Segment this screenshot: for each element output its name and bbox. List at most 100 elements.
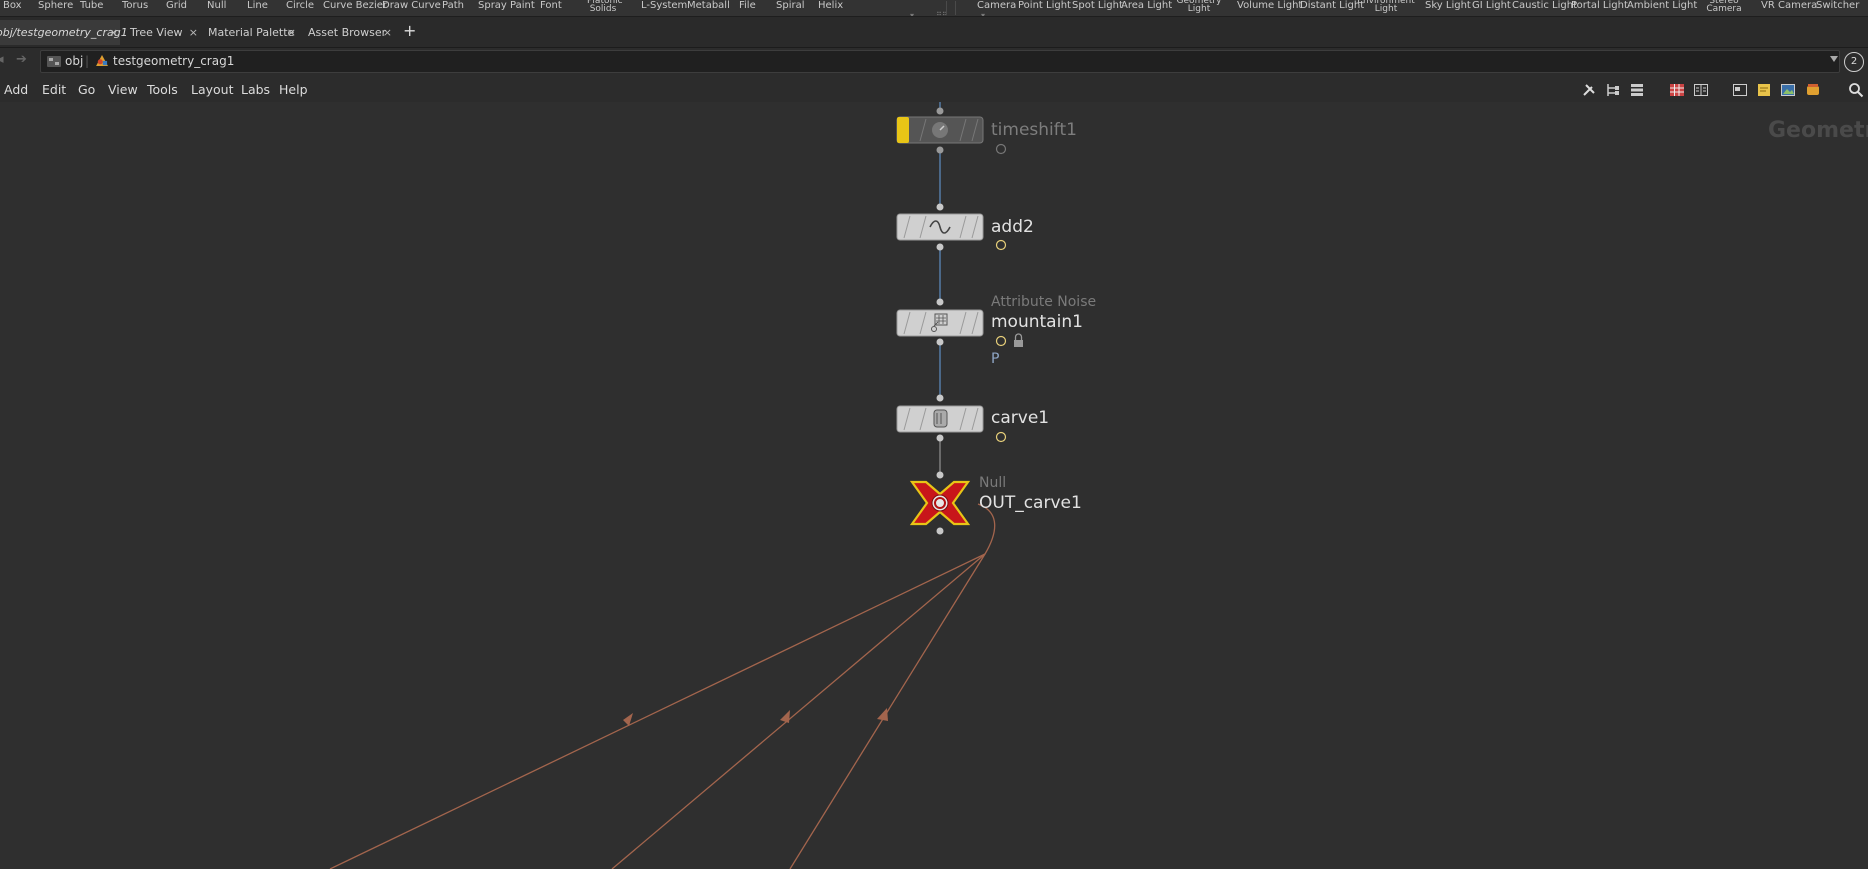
shelf-tool-l-system[interactable]: L-System (641, 0, 687, 16)
node-status-icon (995, 335, 1007, 347)
tab-close-icon[interactable]: × (189, 20, 198, 45)
node-name-add2[interactable]: add2 (991, 217, 1034, 237)
shelf-tool-font[interactable]: Font (540, 0, 562, 16)
output-connector[interactable] (936, 338, 944, 346)
output-connector[interactable] (936, 146, 944, 154)
shelf-tool-spiral[interactable]: Spiral (776, 0, 805, 16)
shelf-tool-volume-light[interactable]: Volume Light (1237, 0, 1302, 16)
geometry-object-icon (96, 55, 108, 66)
tab-material-palette[interactable]: Material Palette × (202, 20, 298, 45)
shelf-tool-file[interactable]: File (739, 0, 756, 16)
columns-icon[interactable] (1693, 82, 1709, 98)
shelf-tool-vr-camera[interactable]: VR Camera (1761, 0, 1817, 16)
tab-label: Material Palette (208, 26, 295, 39)
shelf-tool-sky-light[interactable]: Sky Light (1425, 0, 1471, 16)
input-connector[interactable] (936, 298, 944, 306)
shelf-tool-ambient-light[interactable]: Ambient Light (1627, 0, 1697, 16)
obj-network-icon (47, 56, 61, 67)
input-connector[interactable] (936, 394, 944, 402)
shelf-tool-stereo-camera[interactable]: Stereo Camera (1706, 0, 1742, 14)
tab-close-icon[interactable]: × (109, 20, 118, 45)
shelf-tool-camera[interactable]: Camera (977, 0, 1016, 16)
node-out-carve1[interactable] (909, 471, 971, 535)
menu-tools[interactable]: Tools (147, 77, 178, 102)
grid-icon[interactable] (1669, 82, 1685, 98)
path-bar: ◂ ➔ obj | testgeometry_crag1 2 (0, 48, 1868, 77)
shelf-tool-point-light[interactable]: Point Light (1018, 0, 1071, 16)
menu-edit[interactable]: Edit (42, 77, 66, 102)
carve-icon (933, 409, 948, 428)
shelf-tool-path[interactable]: Path (442, 0, 464, 16)
shelf-tool-area-light[interactable]: Area Light (1121, 0, 1172, 16)
menu-labs[interactable]: Labs (241, 77, 270, 102)
node-type-mountain1: Attribute Noise (991, 294, 1097, 310)
shelf-tool-box[interactable]: Box (3, 0, 22, 16)
add-tab-button[interactable]: + (403, 21, 416, 41)
output-connector[interactable] (936, 434, 944, 442)
shelf-tool-metaball[interactable]: Metaball (687, 0, 730, 16)
palette-icon[interactable] (1805, 82, 1821, 98)
menu-help[interactable]: Help (279, 77, 308, 102)
shelf-tool-torus[interactable]: Torus (122, 0, 148, 16)
search-icon[interactable] (1848, 82, 1864, 98)
tab-asset-browser[interactable]: Asset Browser × (302, 20, 394, 45)
tab-network-editor[interactable]: obj/testgeometry_crag1 × (0, 20, 128, 45)
path-dropdown-icon[interactable] (1830, 56, 1838, 62)
shelf-tool-gi-light[interactable]: GI Light (1472, 0, 1511, 16)
wrench-icon[interactable] (1581, 82, 1597, 98)
tab-close-icon[interactable]: × (287, 20, 296, 45)
shelf-tool-platonic-solids[interactable]: Platonic Solids (587, 0, 623, 14)
shelf-tool-draw-curve[interactable]: Draw Curve (382, 0, 441, 16)
menu-layout[interactable]: Layout (191, 77, 234, 102)
image-icon[interactable] (1732, 82, 1748, 98)
tab-tree-view[interactable]: Tree View × (124, 20, 200, 45)
input-connector[interactable] (936, 203, 944, 211)
sticky-note-icon[interactable] (1756, 82, 1772, 98)
node-name-timeshift1[interactable]: timeshift1 (991, 120, 1077, 140)
shelf-tool-portal-light[interactable]: Portal Light (1571, 0, 1628, 16)
node-name-out-carve1[interactable]: OUT_carve1 (979, 493, 1082, 513)
bypass-flag[interactable] (897, 117, 909, 143)
shelf-tool-curve-bezier[interactable]: Curve Bezier (323, 0, 387, 16)
menu-go[interactable]: Go (78, 77, 95, 102)
shelf-tool-switcher[interactable]: Switcher (1816, 0, 1859, 16)
node-name-carve1[interactable]: carve1 (991, 408, 1049, 428)
path-field[interactable]: obj | testgeometry_crag1 (40, 50, 1840, 73)
shelf-tool-null[interactable]: Null (207, 0, 226, 16)
shelf-tool-spray-paint[interactable]: Spray Paint (478, 0, 535, 16)
node-name-mountain1[interactable]: mountain1 (991, 312, 1083, 332)
node-add2[interactable] (896, 203, 1007, 251)
node-timeshift1[interactable] (896, 107, 1007, 155)
input-connector[interactable] (936, 107, 944, 115)
wire-out-branch-2 (611, 553, 986, 869)
menu-add[interactable]: Add (4, 77, 28, 102)
pane-link-button[interactable]: 2 (1844, 52, 1864, 72)
lock-icon (1014, 333, 1023, 347)
list-icon[interactable] (1629, 82, 1645, 98)
shelf-tool-spot-light[interactable]: Spot Light (1072, 0, 1123, 16)
shelf-tool-caustic-light[interactable]: Caustic Light (1512, 0, 1577, 16)
tree-icon[interactable] (1605, 82, 1621, 98)
input-connector[interactable] (936, 471, 944, 479)
breadcrumb-testgeometry-crag1[interactable]: testgeometry_crag1 (113, 51, 234, 72)
shelf-tool-distant-light[interactable]: Distant Light (1300, 0, 1364, 16)
output-connector[interactable] (936, 527, 944, 535)
tab-close-icon[interactable]: × (383, 20, 392, 45)
breadcrumb-obj[interactable]: obj (65, 51, 83, 72)
shelf-tool-environment-light[interactable]: Environment Light (1356, 0, 1416, 14)
shelf-tool-geometry-light[interactable]: Geometry Light (1176, 0, 1222, 14)
output-connector[interactable] (936, 243, 944, 251)
shelf-tool-sphere[interactable]: Sphere (38, 0, 73, 16)
network-editor-canvas[interactable]: Geometry (0, 102, 1868, 869)
shelf-tool-line[interactable]: Line (247, 0, 268, 16)
shelf-tool-grid[interactable]: Grid (166, 0, 187, 16)
background-image-icon[interactable] (1780, 82, 1796, 98)
node-carve1[interactable] (896, 394, 1007, 443)
node-status-icon (995, 239, 1007, 251)
shelf-tool-helix[interactable]: Helix (818, 0, 843, 16)
menu-view[interactable]: View (108, 77, 138, 102)
shelf-tool-tube[interactable]: Tube (80, 0, 103, 16)
back-arrow-icon[interactable]: ◂ (0, 52, 4, 67)
forward-arrow-icon[interactable]: ➔ (16, 52, 27, 67)
shelf-tool-circle[interactable]: Circle (286, 0, 314, 16)
